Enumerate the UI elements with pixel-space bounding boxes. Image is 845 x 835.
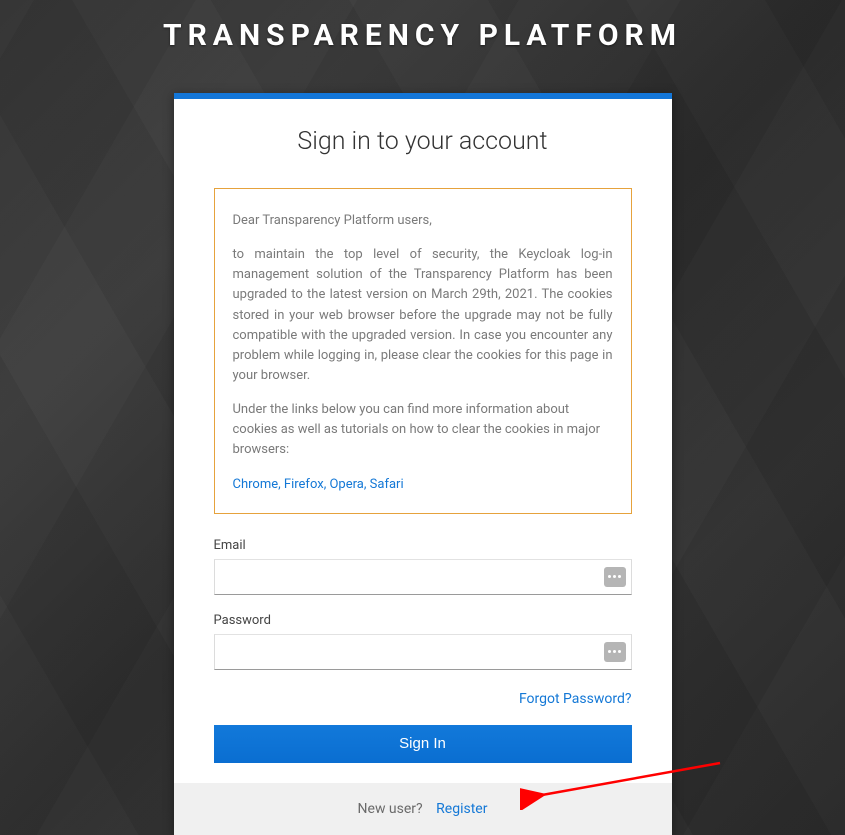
register-link[interactable]: Register — [436, 801, 487, 817]
password-field[interactable] — [214, 634, 632, 670]
password-label: Password — [214, 613, 632, 628]
card-body: Sign in to your account Dear Transparenc… — [174, 99, 672, 783]
card-footer: New user? Register — [174, 783, 672, 835]
autofill-icon[interactable] — [604, 642, 626, 662]
email-group: Email — [214, 538, 632, 595]
email-input-wrap — [214, 559, 632, 595]
card-heading: Sign in to your account — [214, 127, 632, 156]
new-user-text: New user? — [358, 801, 423, 817]
signin-card: Sign in to your account Dear Transparenc… — [174, 93, 672, 835]
email-field[interactable] — [214, 559, 632, 595]
forgot-password-link[interactable]: Forgot Password? — [519, 691, 632, 707]
page-title: TRANSPARENCY PLATFORM — [0, 0, 845, 93]
notice-browser-links: Chrome, Firefox, Opera, Safari — [233, 475, 613, 495]
link-opera[interactable]: Opera — [329, 477, 363, 492]
notice-paragraph-2: Under the links below you can find more … — [233, 400, 613, 460]
link-firefox[interactable]: Firefox — [284, 477, 324, 492]
notice-paragraph-1: to maintain the top level of security, t… — [233, 245, 613, 386]
notice-greeting: Dear Transparency Platform users, — [233, 211, 613, 231]
email-label: Email — [214, 538, 632, 553]
password-group: Password — [214, 613, 632, 670]
autofill-icon[interactable] — [604, 567, 626, 587]
notice-box: Dear Transparency Platform users, to mai… — [214, 188, 632, 514]
link-safari[interactable]: Safari — [370, 477, 404, 492]
link-chrome[interactable]: Chrome — [233, 477, 279, 492]
forgot-password-row: Forgot Password? — [214, 688, 632, 707]
signin-button[interactable]: Sign In — [214, 725, 632, 763]
password-input-wrap — [214, 634, 632, 670]
